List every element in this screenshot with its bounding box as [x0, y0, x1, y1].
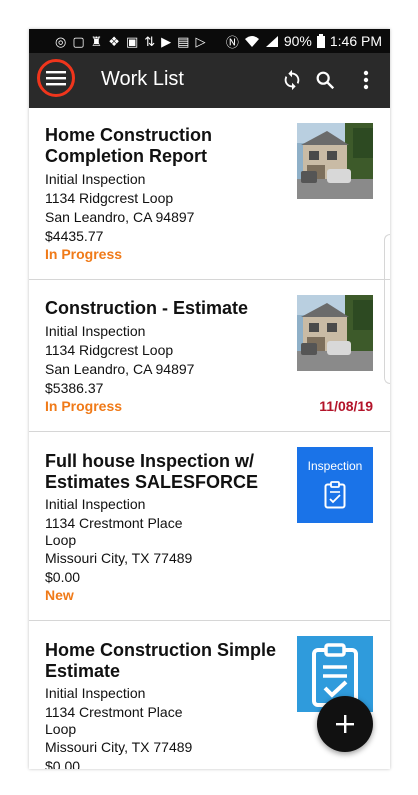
search-icon — [316, 71, 335, 90]
inspection-thumbnail: Inspection — [297, 447, 373, 523]
item-amount: $5386.37 — [45, 380, 104, 396]
item-type: Initial Inspection — [45, 496, 146, 512]
house-photo — [297, 123, 373, 199]
signal-icon — [265, 35, 278, 47]
item-status: In Progress — [45, 398, 123, 414]
item-address: 1134 Ridgcrest Loop — [45, 342, 174, 358]
item-city: Missouri City, TX 77489 — [45, 550, 193, 566]
menu-button[interactable] — [37, 59, 75, 97]
list-item[interactable]: Home Construction Completion Report Init… — [29, 108, 390, 280]
item-title: Construction - Estimate — [45, 298, 285, 319]
list-item[interactable]: Full house Inspection w/ Estimates SALES… — [29, 432, 390, 621]
item-city: San Leandro, CA 94897 — [45, 361, 195, 377]
battery-icon — [316, 34, 325, 48]
thumbnail-label: Inspection — [307, 459, 363, 473]
clipboard-check-icon — [324, 481, 346, 509]
notification-icon: ◎ — [55, 33, 67, 49]
status-bar: ◎ ▢ ♜ ❖ ▣ ⇅ ▶ ▤ ▷ Ⓝ 90% 1:46 PM — [29, 29, 390, 53]
status-right: Ⓝ 90% 1:46 PM — [226, 32, 382, 51]
app-bar: Work List — [29, 53, 390, 108]
notification-icon: ♜ — [90, 33, 103, 49]
item-amount: $0.00 — [45, 569, 81, 585]
search-button[interactable] — [312, 67, 338, 93]
item-title: Full house Inspection w/ Estimates SALES… — [45, 451, 285, 493]
house-photo — [297, 295, 373, 371]
sync-button[interactable] — [279, 67, 305, 93]
nfc-icon: Ⓝ — [225, 34, 239, 50]
add-icon — [336, 715, 354, 733]
item-amount: $0.00 — [45, 758, 81, 769]
item-city: Missouri City, TX 77489 — [45, 739, 193, 755]
item-title-line: Completion Report — [45, 146, 207, 166]
item-title-line: Home Construction — [45, 125, 213, 145]
image-icon: ▣ — [125, 33, 139, 49]
item-title: Home Construction Simple Estimate — [45, 640, 285, 682]
item-status: In Progress — [45, 246, 123, 262]
clock: 1:46 PM — [329, 33, 382, 49]
add-work-item-button[interactable] — [317, 696, 373, 752]
item-status: New — [45, 587, 74, 603]
item-address: 1134 Crestmont Place — [45, 704, 183, 720]
house-photo-thumbnail — [297, 295, 373, 371]
dropbox-icon: ❖ — [108, 33, 120, 49]
page-title: Work List — [101, 68, 184, 90]
item-type: Initial Inspection — [45, 323, 146, 339]
item-address-line2: Loop — [45, 721, 77, 737]
more-vert-icon — [363, 70, 369, 90]
item-amount: $4435.77 — [45, 228, 104, 244]
item-title: Home Construction Completion Report — [45, 125, 285, 167]
scroll-indicator — [384, 234, 390, 384]
item-address-line2: Loop — [45, 532, 77, 548]
item-city: San Leandro, CA 94897 — [45, 209, 195, 225]
work-list: Home Construction Completion Report Init… — [29, 108, 390, 769]
item-type: Initial Inspection — [45, 171, 146, 187]
notification-icon: ▢ — [72, 33, 85, 49]
item-title-line: Full house Inspection w/ — [45, 451, 255, 471]
hamburger-icon — [46, 71, 66, 86]
wifi-icon — [244, 35, 259, 47]
item-title-line: Construction - Estimate — [45, 298, 249, 318]
house-photo-thumbnail — [297, 123, 373, 199]
item-address: 1134 Ridgcrest Loop — [45, 190, 174, 206]
more-options-button[interactable] — [353, 67, 379, 93]
transfer-icon: ⇅ — [144, 33, 156, 49]
play-store-icon: ▷ — [195, 33, 206, 49]
battery-percent: 90% — [283, 33, 312, 49]
item-title-line: Estimates SALESFORCE — [45, 472, 259, 492]
phone-screen: ◎ ▢ ♜ ❖ ▣ ⇅ ▶ ▤ ▷ Ⓝ 90% 1:46 PM Work Lis… — [29, 29, 390, 769]
item-title-line: Estimate — [45, 661, 121, 681]
item-type: Initial Inspection — [45, 685, 146, 701]
item-due-date: 11/08/19 — [319, 398, 373, 414]
item-address: 1134 Crestmont Place — [45, 515, 183, 531]
document-icon: ▤ — [177, 33, 190, 49]
item-title-line: Home Construction Simple — [45, 640, 277, 660]
list-item[interactable]: Construction - Estimate Initial Inspecti… — [29, 280, 390, 432]
sync-icon — [284, 69, 300, 91]
youtube-icon: ▶ — [161, 33, 172, 49]
notification-icons: ◎ ▢ ♜ ❖ ▣ ⇅ ▶ ▤ ▷ — [55, 35, 205, 48]
